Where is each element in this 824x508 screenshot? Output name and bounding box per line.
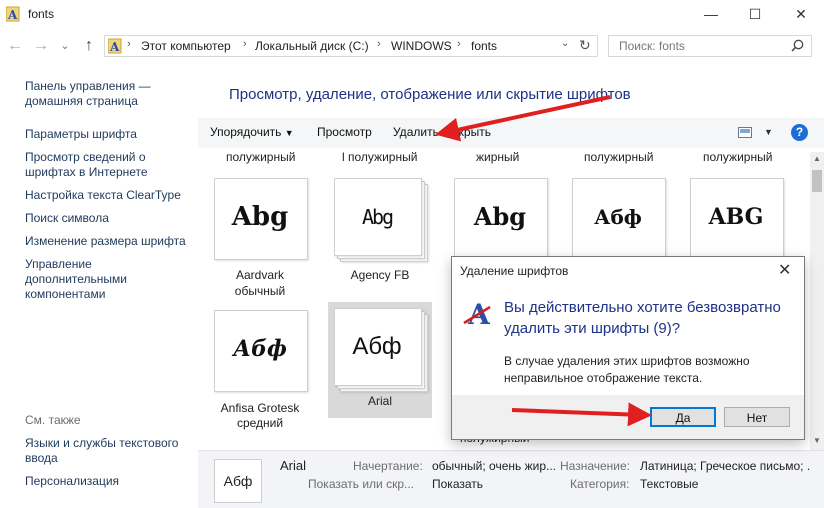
sidebar-link-cleartype[interactable]: Настройка текста ClearType (25, 188, 190, 203)
minimize-button[interactable]: — (688, 0, 734, 30)
font-sample: Abg (231, 202, 289, 232)
details-pane: Абф Arial Показать или скр... Начертание… (198, 450, 824, 508)
font-tile-aardvark[interactable]: Abg (214, 178, 308, 260)
font-name: Arial (367, 394, 392, 408)
hide-button[interactable]: Скрыть (450, 125, 491, 139)
svg-text:A: A (7, 8, 18, 22)
fonts-folder-icon: A (108, 38, 122, 54)
font-name: Anfisa Grotesk (220, 401, 300, 415)
font-sample: ABG (708, 204, 764, 230)
view-dropdown-icon[interactable]: ▼ (764, 127, 773, 137)
yes-button[interactable]: Да (650, 407, 716, 427)
details-purpose-label: Назначение: (560, 459, 631, 473)
search-icon[interactable] (791, 38, 805, 54)
details-show-hide-text: Показать или скр... (308, 477, 415, 491)
font-tile-arial: Абф (334, 308, 428, 392)
font-sample: Абф (352, 333, 402, 360)
recent-locations-button[interactable]: ⌄ (54, 36, 76, 56)
no-button[interactable]: Нет (724, 407, 790, 427)
font-tile-caps[interactable]: ABG (690, 178, 784, 260)
search-placeholder: Поиск: fonts (619, 39, 685, 53)
font-sample: Абф (594, 205, 642, 229)
address-bar[interactable]: A › Этот компьютер › Локальный диск (C:)… (104, 35, 598, 57)
details-style-value: обычный; очень жир... (432, 459, 557, 473)
font-caption: жирный (476, 150, 520, 164)
font-style: обычный (234, 284, 286, 298)
delete-button[interactable]: Удалить (393, 125, 439, 139)
breadcrumb-separator[interactable]: › (127, 38, 131, 50)
dialog-message: В случае удаления этих шрифтов возможно … (504, 354, 750, 385)
scroll-thumb[interactable] (812, 170, 822, 192)
command-bar: Упорядочить ▼ Просмотр Удалить Скрыть ▼ … (198, 118, 824, 148)
details-style-label: Начертание: (353, 459, 423, 473)
sidebar-link-font-info-online[interactable]: Просмотр сведений о шрифтах в Интернете (25, 150, 190, 180)
breadcrumb-windows[interactable]: WINDOWS (391, 39, 452, 53)
breadcrumb-separator[interactable]: › (457, 38, 461, 50)
font-style: средний (236, 416, 284, 430)
address-dropdown-icon[interactable]: ⌄ (561, 38, 569, 49)
svg-text:A: A (109, 40, 120, 54)
font-sample: Абф (233, 336, 287, 362)
title-bar: A fonts — ☐ ✕ (0, 0, 824, 30)
search-input[interactable]: Поиск: fonts (608, 35, 812, 57)
font-sample: Abg (361, 205, 394, 229)
breadcrumb-fonts[interactable]: fonts (471, 39, 497, 53)
scroll-up-icon[interactable]: ▲ (810, 154, 824, 163)
breadcrumb-local-disk[interactable]: Локальный диск (C:) (255, 39, 369, 53)
maximize-button[interactable]: ☐ (732, 0, 778, 30)
sidebar-link-personalization[interactable]: Персонализация (25, 474, 190, 489)
fonts-folder-icon: A (6, 6, 20, 22)
font-caption: полужирный (703, 150, 773, 164)
sidebar-link-find-character[interactable]: Поиск символа (25, 211, 190, 226)
breadcrumb-separator[interactable]: › (243, 38, 247, 50)
see-also-heading: См. также (25, 413, 81, 427)
view-options-icon[interactable] (738, 127, 752, 139)
font-tile-algerian[interactable]: Abg (454, 178, 548, 260)
sidebar-link-language-services[interactable]: Языки и службы текстового ввода (25, 436, 195, 466)
page-title: Просмотр, удаление, отображение или скры… (229, 86, 631, 103)
details-show-value: Показать (432, 477, 484, 491)
details-purpose-value: Латиница; Греческое письмо; ... (640, 459, 810, 473)
font-tile-stencil[interactable]: Абф (572, 178, 666, 260)
up-button[interactable]: ↑ (78, 36, 100, 56)
font-delete-icon: A (463, 298, 491, 329)
window-title: fonts (28, 7, 55, 21)
font-name: Aardvark (235, 268, 285, 282)
font-sample: Abg (473, 202, 527, 231)
breadcrumb-separator[interactable]: › (377, 38, 381, 50)
refresh-icon[interactable]: ↻ (579, 37, 591, 54)
dialog-footer: Да Нет (452, 395, 804, 439)
help-button[interactable]: ? (791, 124, 808, 141)
forward-button[interactable]: → (30, 36, 52, 56)
dialog-title: Удаление шрифтов (460, 264, 569, 278)
sidebar-link-change-font-size[interactable]: Изменение размера шрифта (25, 234, 190, 249)
delete-fonts-dialog: Удаление шрифтов ✕ A Вы действительно хо… (451, 256, 805, 440)
sidebar-link-optional-features[interactable]: Управление дополнительными компонентами (25, 257, 155, 302)
details-category-label: Категория: (570, 477, 630, 491)
chevron-down-icon: ▼ (284, 128, 294, 138)
details-preview-icon: Абф (214, 459, 262, 503)
back-button[interactable]: ← (4, 36, 26, 56)
font-tile-agency-fb[interactable]: Abg (334, 178, 428, 262)
font-tile-anfisa-grotesk[interactable]: Абф (214, 310, 308, 392)
dialog-close-button[interactable]: ✕ (778, 260, 791, 280)
sidebar-link-font-settings[interactable]: Параметры шрифта (25, 127, 190, 142)
dialog-question: Вы действительно хотите безвозвратно уда… (504, 299, 781, 337)
organize-label: Упорядочить (210, 125, 282, 139)
font-name: Agency FB (350, 268, 410, 282)
sidebar-link-control-panel-home[interactable]: Панель управления — домашняя страница (25, 79, 190, 109)
organize-button[interactable]: Упорядочить ▼ (210, 125, 294, 139)
font-caption: полужирный (226, 150, 296, 164)
vertical-scrollbar[interactable]: ▲ ▼ (810, 152, 824, 450)
preview-button[interactable]: Просмотр (317, 125, 372, 139)
breadcrumb-this-pc[interactable]: Этот компьютер (141, 39, 231, 53)
details-category-value: Текстовые (640, 477, 699, 491)
details-font-name: Arial (280, 458, 307, 473)
font-caption: полужирный (584, 150, 654, 164)
close-button[interactable]: ✕ (778, 0, 824, 30)
font-tile-arial-selected[interactable]: Абф Arial (328, 302, 432, 418)
font-caption: l полужирный (342, 150, 418, 164)
scroll-down-icon[interactable]: ▼ (810, 436, 824, 445)
